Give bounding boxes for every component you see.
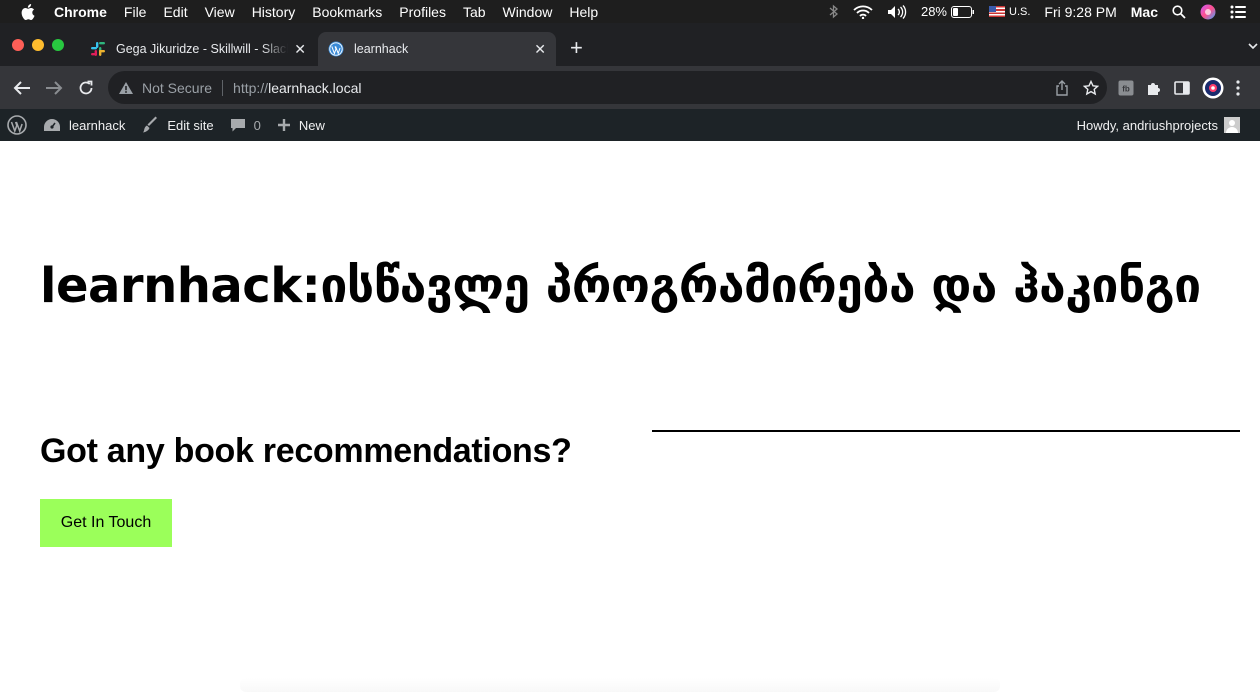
howdy-label: Howdy, andriushprojects — [1076, 117, 1218, 133]
url-host: learnhack.local — [268, 79, 362, 96]
window-controls — [12, 39, 72, 51]
separator-line — [652, 430, 1240, 432]
page-bottom-fade — [240, 678, 1000, 692]
menu-profiles[interactable]: Profiles — [399, 4, 446, 20]
menu-edit[interactable]: Edit — [163, 4, 187, 20]
edit-site-label: Edit site — [167, 117, 214, 133]
siri-icon[interactable] — [1200, 4, 1216, 20]
new-tab-button[interactable]: + — [570, 37, 583, 59]
chrome-menu-icon[interactable] — [1236, 80, 1240, 96]
menu-view[interactable]: View — [205, 4, 235, 20]
extensions-puzzle-icon[interactable] — [1146, 80, 1162, 96]
battery-percent: 28% — [920, 4, 947, 19]
svg-text:fb: fb — [1122, 85, 1130, 94]
comment-bubble-icon — [230, 119, 245, 132]
tab-learnhack[interactable]: learnhack ✕ — [318, 32, 556, 66]
wordpress-icon — [328, 41, 344, 57]
site-title-heading: learnhack:ისწავლე პროგრამირება და ჰაკინგ… — [40, 258, 1201, 314]
menu-tab[interactable]: Tab — [463, 4, 486, 20]
menu-window[interactable]: Window — [503, 4, 553, 20]
close-window-button[interactable] — [12, 39, 24, 51]
wp-logo-icon[interactable] — [7, 115, 27, 135]
minimize-window-button[interactable] — [32, 39, 44, 51]
security-label[interactable]: Not Secure — [142, 80, 212, 96]
apple-icon[interactable] — [20, 3, 38, 21]
user-avatar — [1224, 117, 1240, 133]
wp-comments-link[interactable]: 0 — [230, 117, 261, 133]
menu-app-name[interactable]: Chrome — [54, 4, 107, 20]
extension-fb-icon[interactable]: fb — [1118, 80, 1134, 96]
site-name-label: learnhack — [69, 117, 126, 133]
bluetooth-icon[interactable] — [829, 4, 839, 19]
dashboard-gauge-icon — [44, 119, 60, 131]
wp-admin-bar: learnhack Edit site 0 New Howdy, andrius… — [0, 109, 1260, 141]
address-bar[interactable]: Not Secure http://learnhack.local — [108, 71, 1107, 104]
browser-tab-strip: Gega Jikuridze - Skillwill - Slack ✕ lea… — [0, 23, 1260, 66]
user-name[interactable]: Mac — [1131, 4, 1158, 20]
url-scheme: http:// — [233, 79, 269, 96]
input-source-label: U.S. — [1009, 5, 1031, 18]
profile-avatar-icon[interactable] — [1202, 77, 1224, 99]
tab-search-chevron-icon[interactable] — [1248, 39, 1258, 53]
control-center-icon[interactable] — [1230, 5, 1246, 19]
spotlight-search-icon[interactable] — [1172, 4, 1186, 19]
menu-file[interactable]: File — [124, 4, 147, 20]
comments-count: 0 — [253, 117, 261, 133]
menu-bookmarks[interactable]: Bookmarks — [312, 4, 382, 20]
zoom-window-button[interactable] — [52, 39, 64, 51]
back-arrow-icon[interactable] — [11, 77, 33, 99]
battery-icon — [951, 5, 974, 18]
macos-menu-bar: Chrome File Edit View History Bookmarks … — [0, 0, 1260, 23]
get-in-touch-button[interactable]: Get In Touch — [40, 499, 172, 547]
battery-status[interactable]: 28% — [921, 4, 975, 19]
slack-icon — [90, 41, 106, 57]
extensions-area: fb — [1118, 77, 1252, 99]
wp-my-account[interactable]: Howdy, andriushprojects — [1077, 109, 1240, 141]
tab-title: Gega Jikuridze - Skillwill - Slack — [116, 42, 288, 56]
book-recommendations-heading: Got any book recommendations? — [40, 432, 572, 470]
clock[interactable]: Fri 9:28 PM — [1044, 4, 1116, 20]
bookmark-star-icon[interactable] — [1083, 79, 1099, 96]
browser-toolbar: Not Secure http://learnhack.local fb — [0, 66, 1260, 109]
address-divider — [222, 79, 224, 96]
close-tab-icon[interactable]: ✕ — [534, 41, 546, 58]
url-text[interactable]: http://learnhack.local — [233, 80, 361, 96]
wp-site-name-link[interactable]: learnhack — [43, 117, 125, 133]
forward-arrow-icon[interactable] — [43, 77, 65, 99]
input-source[interactable]: U.S. — [989, 6, 1030, 18]
plus-icon — [277, 119, 290, 131]
volume-icon[interactable] — [887, 4, 907, 19]
side-panel-icon[interactable] — [1174, 81, 1190, 95]
close-tab-icon[interactable]: ✕ — [294, 41, 306, 58]
not-secure-warning-icon[interactable] — [118, 81, 134, 95]
tab-slack[interactable]: Gega Jikuridze - Skillwill - Slack ✕ — [80, 32, 316, 66]
share-icon[interactable] — [1055, 79, 1069, 96]
us-flag-icon — [989, 6, 1005, 17]
wp-edit-site-link[interactable]: Edit site — [141, 116, 214, 134]
new-label: New — [298, 117, 325, 133]
wp-new-content-link[interactable]: New — [277, 118, 325, 133]
brush-icon — [143, 116, 158, 133]
menu-help[interactable]: Help — [569, 4, 598, 20]
menu-history[interactable]: History — [252, 4, 296, 20]
reload-icon[interactable] — [75, 77, 97, 99]
wifi-icon[interactable] — [853, 5, 873, 19]
tab-title: learnhack — [354, 42, 409, 56]
